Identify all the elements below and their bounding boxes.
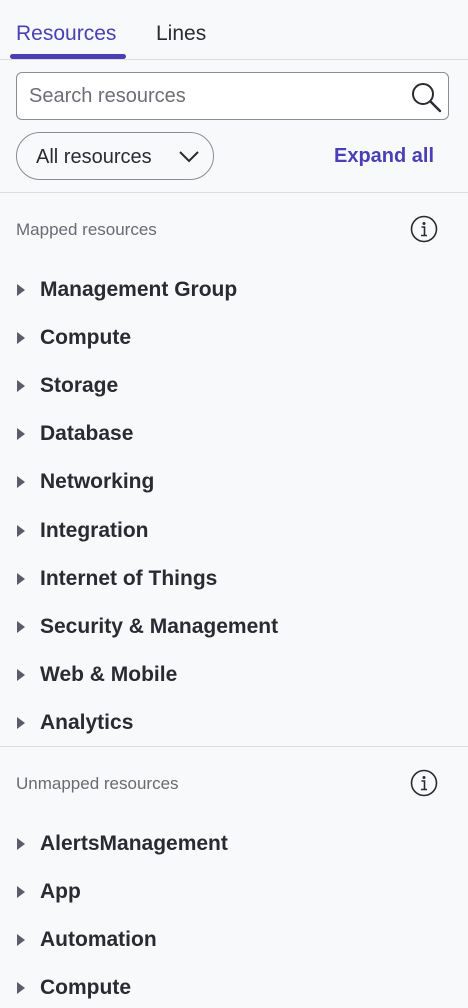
expand-caret-icon xyxy=(17,476,25,488)
tree-item-app[interactable]: App xyxy=(0,872,468,912)
expand-caret-icon xyxy=(17,284,25,296)
tree-item-integration[interactable]: Integration xyxy=(0,511,468,551)
tree-item-label: Internet of Things xyxy=(40,567,218,590)
unmapped-resources-title: Unmapped resources xyxy=(16,774,179,793)
expand-caret-icon xyxy=(17,934,25,946)
expand-caret-icon xyxy=(17,621,25,633)
expand-all-button[interactable]: Expand all xyxy=(334,145,434,168)
expand-caret-icon xyxy=(17,525,25,537)
tree-item-label: Analytics xyxy=(40,711,134,734)
tree-item-label: Automation xyxy=(40,928,157,951)
tree-item-automation[interactable]: Automation xyxy=(0,920,468,960)
expand-caret-icon xyxy=(17,428,25,440)
expand-caret-icon xyxy=(17,669,25,681)
tree-item-compute-unmapped[interactable]: Compute xyxy=(0,968,468,1008)
tree-item-label: Management Group xyxy=(40,278,238,301)
search-input[interactable] xyxy=(29,73,409,119)
search-icon[interactable] xyxy=(410,81,442,113)
tab-bar: Resources Lines xyxy=(0,0,468,60)
tree-item-label: App xyxy=(40,880,81,903)
chevron-down-icon xyxy=(179,151,199,163)
tree-item-networking[interactable]: Networking xyxy=(0,462,468,502)
mapped-resources-title: Mapped resources xyxy=(16,220,157,239)
expand-caret-icon xyxy=(17,332,25,344)
tab-resources[interactable]: Resources xyxy=(16,22,116,46)
expand-caret-icon xyxy=(17,573,25,585)
tree-item-label: Integration xyxy=(40,519,149,542)
tree-item-alertsmanagement[interactable]: AlertsManagement xyxy=(0,824,468,864)
tree-item-label: Networking xyxy=(40,470,155,493)
expand-caret-icon xyxy=(17,982,25,994)
tree-item-label: Compute xyxy=(40,326,131,349)
section-divider xyxy=(0,746,468,747)
tree-item-storage[interactable]: Storage xyxy=(0,366,468,406)
resources-panel: Resources Lines All resources Expand all… xyxy=(0,0,468,1008)
section-divider xyxy=(0,192,468,193)
tree-item-label: Storage xyxy=(40,374,119,397)
tree-item-label: Web & Mobile xyxy=(40,663,178,686)
tree-item-web-mobile[interactable]: Web & Mobile xyxy=(0,655,468,695)
active-tab-indicator xyxy=(10,54,126,59)
expand-caret-icon xyxy=(17,717,25,729)
tree-item-analytics[interactable]: Analytics xyxy=(0,703,468,743)
expand-caret-icon xyxy=(17,838,25,850)
tree-item-label: Compute xyxy=(40,976,131,999)
expand-caret-icon xyxy=(17,886,25,898)
search-box xyxy=(16,72,449,120)
info-icon[interactable] xyxy=(410,769,438,797)
tree-item-compute[interactable]: Compute xyxy=(0,318,468,358)
expand-caret-icon xyxy=(17,380,25,392)
info-icon[interactable] xyxy=(410,215,438,243)
tree-item-database[interactable]: Database xyxy=(0,414,468,454)
tree-item-management-group[interactable]: Management Group xyxy=(0,270,468,310)
tree-item-label: AlertsManagement xyxy=(40,832,228,855)
tab-lines[interactable]: Lines xyxy=(156,22,206,46)
filter-selected-value: All resources xyxy=(36,146,152,168)
tree-item-internet-of-things[interactable]: Internet of Things xyxy=(0,559,468,599)
tree-item-security-management[interactable]: Security & Management xyxy=(0,607,468,647)
resource-filter-dropdown[interactable]: All resources xyxy=(16,132,214,180)
tree-item-label: Database xyxy=(40,422,134,445)
tree-item-label: Security & Management xyxy=(40,615,279,638)
